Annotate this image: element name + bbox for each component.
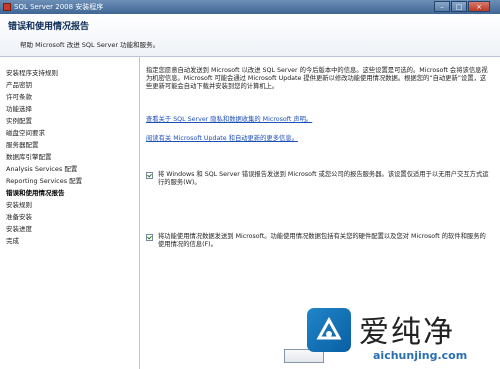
sidebar-item-install-rules[interactable]: 安装规则 [6,199,32,209]
app-icon [3,3,11,11]
sidebar-item-analysis-services[interactable]: Analysis Services 配置 [6,163,77,173]
close-button[interactable]: × [468,1,490,12]
sidebar-item-setup-support-rules[interactable]: 安装程序支持规则 [6,67,58,77]
sidebar-item-db-engine-config[interactable]: 数据库引擎配置 [6,151,52,161]
sidebar-item-complete[interactable]: 完成 [6,235,19,245]
watermark-logo-icon [307,308,351,352]
page-header: 错误和使用情况报告 帮助 Microsoft 改进 SQL Server 功能和… [0,14,500,57]
usage-data-checkbox[interactable] [146,234,153,241]
error-report-checkbox[interactable] [146,172,153,179]
sidebar-item-product-key[interactable]: 产品密钥 [6,79,32,89]
window-title: SQL Server 2008 安装程序 [14,3,104,11]
sidebar-item-error-usage-reporting[interactable]: 错误和使用情况报告 [6,187,65,197]
page-subtitle: 帮助 Microsoft 改进 SQL Server 功能和服务。 [20,41,160,49]
minimize-button[interactable]: – [434,1,450,12]
page-title: 错误和使用情况报告 [8,22,90,32]
sidebar-item-feature-selection[interactable]: 功能选择 [6,103,32,113]
sidebar-item-instance-config[interactable]: 实例配置 [6,115,32,125]
privacy-statement-link[interactable]: 查看关于 SQL Server 隐私和数据收集的 Microsoft 声明。 [146,114,312,123]
intro-text: 指定您愿意自动发送到 Microsoft 以改进 SQL Server 的今后版… [146,67,488,90]
watermark-text: 爱纯净 [359,315,455,350]
maximize-button[interactable]: □ [451,1,467,12]
error-report-label: 将 Windows 和 SQL Server 错误报告发送到 Microsoft… [158,171,489,186]
sidebar-item-install-progress[interactable]: 安装进度 [6,223,32,233]
sidebar: 安装程序支持规则 产品密钥 许可条款 功能选择 实例配置 磁盘空间要求 服务器配… [0,57,140,369]
sidebar-item-disk-space[interactable]: 磁盘空间要求 [6,127,45,137]
usage-data-label: 将功能使用情况数据发送到 Microsoft。功能使用情况数据包括有关您的硬件配… [158,233,486,248]
title-bar: SQL Server 2008 安装程序 – □ × [0,0,500,14]
update-info-link[interactable]: 阅读有关 Microsoft Update 和自动更新的更多信息。 [146,133,298,142]
sidebar-item-server-config[interactable]: 服务器配置 [6,139,39,149]
sidebar-item-ready-to-install[interactable]: 准备安装 [6,211,32,221]
sidebar-item-reporting-services[interactable]: Reporting Services 配置 [6,175,82,185]
watermark: 爱纯净 aichunjing.com [299,305,500,369]
watermark-url: aichunjing.com [373,349,468,362]
sidebar-item-license-terms[interactable]: 许可条款 [6,91,32,101]
